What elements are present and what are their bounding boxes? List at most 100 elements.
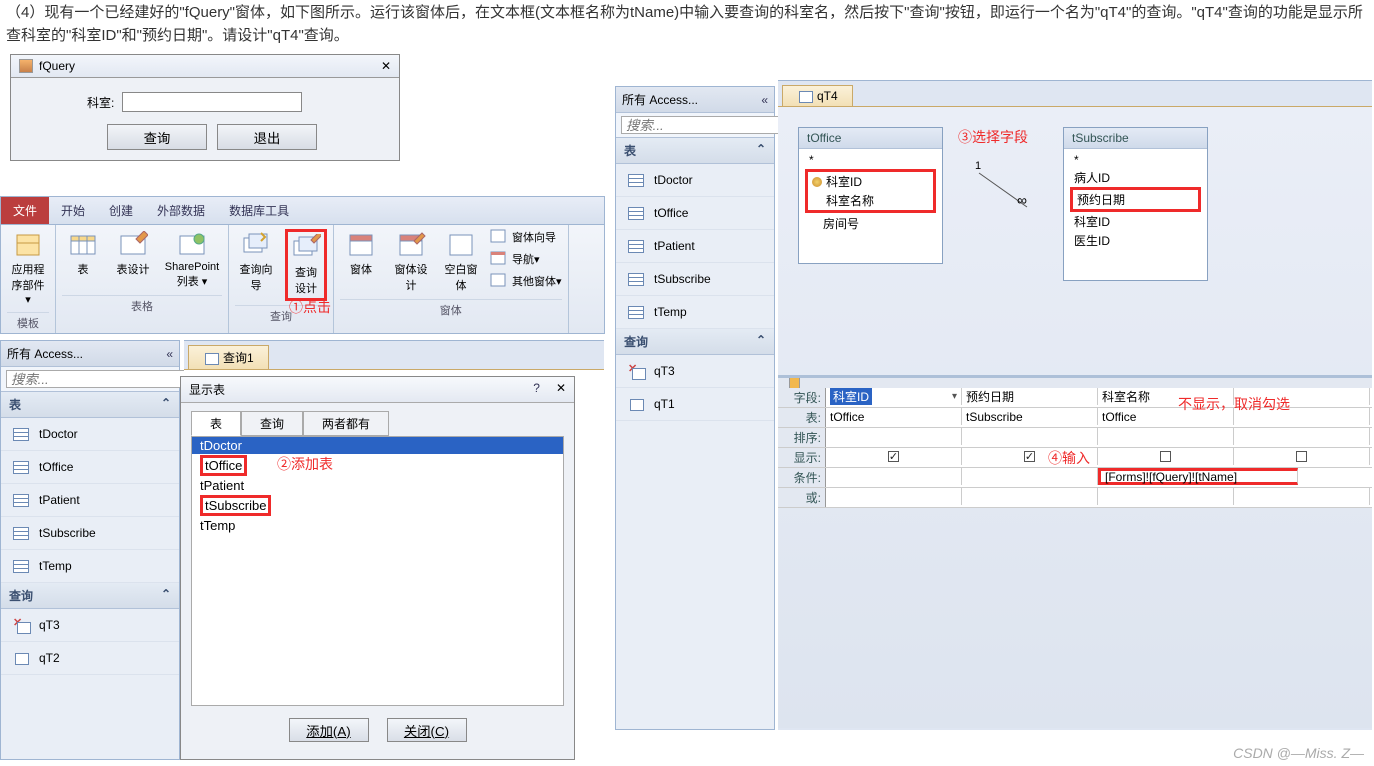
show-table-dialog: 显示表 ? ✕ 表 查询 两者都有 tDoctor tOffice tPatie… [180,376,575,760]
collapse-icon[interactable]: « [166,347,173,361]
checkbox-icon[interactable] [888,451,899,462]
table-button[interactable]: 表 [62,229,104,291]
checkbox-icon[interactable] [1160,451,1171,462]
form-icon [19,59,33,73]
field-doctor-id[interactable]: 医生ID [1070,231,1201,250]
field-dept-id[interactable]: 科室ID [1070,212,1201,231]
tab-external[interactable]: 外部数据 [145,197,217,224]
del-query-icon [13,619,29,632]
nav-title: 所有 Access... [622,91,698,108]
qbe-crit-1[interactable] [826,468,962,485]
qbe-or-2[interactable] [962,488,1098,505]
nav-item-qt3[interactable]: qT3 [1,609,179,642]
queries-section-header[interactable]: 查询⌃ [616,329,774,355]
tname-input[interactable] [122,92,302,112]
table-icon [13,494,29,507]
field-star[interactable]: * [1070,152,1201,168]
tab-create[interactable]: 创建 [97,197,145,224]
tab-dbtools[interactable]: 数据库工具 [217,197,301,224]
blank-form-button[interactable]: 空白窗体 [440,229,482,295]
help-icon[interactable]: ? [533,381,540,398]
field-dept-id[interactable]: 科室ID [808,172,933,191]
tab-file[interactable]: 文件 [1,197,49,224]
table-design-button[interactable]: 表设计 [112,229,154,291]
search-input[interactable] [6,370,195,388]
qbe-or-3[interactable] [1098,488,1234,505]
st-tab-queries[interactable]: 查询 [241,411,303,436]
queries-section-header[interactable]: 查询⌃ [1,583,179,609]
query-wizard-button[interactable]: 查询向导 [235,229,277,301]
nav-button[interactable]: 导航▾ [490,251,562,267]
query-design-button[interactable]: 查询设计 [285,229,327,301]
qbe-sort-4[interactable] [1234,428,1370,445]
list-item-tdoctor[interactable]: tDoctor [192,437,563,454]
nav-item-tdoctor[interactable]: tDoctor [616,164,774,197]
list-item-ttemp[interactable]: tTemp [192,517,563,534]
close-button[interactable]: 关闭(C) [387,718,467,742]
qbe-field-1[interactable]: 科室ID▾ [826,388,962,405]
qbe-sort-3[interactable] [1098,428,1234,445]
nav-item-qt3[interactable]: qT3 [616,355,774,388]
field-patient-id[interactable]: 病人ID [1070,168,1201,187]
form-button[interactable]: 窗体 [340,229,382,295]
field-star[interactable]: * [805,152,936,168]
qbe-show-4[interactable] [1234,448,1370,465]
nav-item-tsubscribe[interactable]: tSubscribe [1,517,179,550]
tables-section-header[interactable]: 表⌃ [616,138,774,164]
other-forms-button[interactable]: 其他窗体▾ [490,273,562,289]
form-icon [346,231,376,259]
qbe-crit-3[interactable]: [Forms]![fQuery]![tName] [1098,468,1298,485]
query-button[interactable]: 查询 [107,124,207,150]
table-design-icon [118,231,148,259]
nav-item-tdoctor[interactable]: tDoctor [1,418,179,451]
table-tsubscribe[interactable]: tSubscribe * 病人ID 预约日期 科室ID 医生ID [1063,127,1208,281]
doc-tab-query1[interactable]: 查询1 [188,345,269,369]
checkbox-icon[interactable] [1024,451,1035,462]
collapse-icon[interactable]: « [761,93,768,107]
qbe-crit-2[interactable] [962,468,1098,485]
dropdown-icon[interactable]: ▾ [952,391,957,402]
close-icon[interactable]: ✕ [556,381,566,398]
nav-item-tsubscribe[interactable]: tSubscribe [616,263,774,296]
list-item-tsubscribe[interactable]: tSubscribe [192,494,563,517]
qbe-table-2[interactable]: tSubscribe [962,408,1098,425]
tables-section-header[interactable]: 表⌃ [1,392,179,418]
list-item-toffice[interactable]: tOffice [192,454,563,477]
app-parts-button[interactable]: 应用程序部件 ▾ [7,229,49,308]
table-icon [13,461,29,474]
qbe-or-1[interactable] [826,488,962,505]
qbe-field-2[interactable]: 预约日期 [962,388,1098,405]
doc-tab-qt4[interactable]: qT4 [782,85,853,106]
nav-item-qt2[interactable]: qT2 [1,642,179,675]
nav-item-qt1[interactable]: qT1 [616,388,774,421]
nav-item-ttemp[interactable]: tTemp [1,550,179,583]
nav-item-ttemp[interactable]: tTemp [616,296,774,329]
st-tab-tables[interactable]: 表 [191,411,241,436]
nav-item-tpatient[interactable]: tPatient [1,484,179,517]
close-icon[interactable]: ✕ [381,59,391,73]
qbe-show-3[interactable] [1098,448,1234,465]
sharepoint-button[interactable]: SharePoint 列表 ▾ [162,229,222,291]
nav-item-tpatient[interactable]: tPatient [616,230,774,263]
table-icon [628,240,644,253]
nav-item-toffice[interactable]: tOffice [1,451,179,484]
form-wizard-button[interactable]: 窗体向导 [490,229,562,245]
list-item-tpatient[interactable]: tPatient [192,477,563,494]
field-dept-name[interactable]: 科室名称 [808,191,933,210]
qbe-sort-1[interactable] [826,428,962,445]
tab-home[interactable]: 开始 [49,197,97,224]
add-button[interactable]: 添加(A) [289,718,369,742]
nav-item-toffice[interactable]: tOffice [616,197,774,230]
qbe-or-4[interactable] [1234,488,1370,505]
table-toffice[interactable]: tOffice * 科室ID 科室名称 房间号 [798,127,943,264]
exit-button[interactable]: 退出 [217,124,317,150]
qbe-show-1[interactable] [826,448,962,465]
field-appt-date[interactable]: 预约日期 [1070,187,1201,212]
svg-text:1: 1 [975,160,981,172]
qbe-table-1[interactable]: tOffice [826,408,962,425]
st-tab-both[interactable]: 两者都有 [303,411,389,436]
qbe-sort-2[interactable] [962,428,1098,445]
field-room[interactable]: 房间号 [805,214,936,233]
checkbox-icon[interactable] [1296,451,1307,462]
form-design-button[interactable]: 窗体设计 [390,229,432,295]
